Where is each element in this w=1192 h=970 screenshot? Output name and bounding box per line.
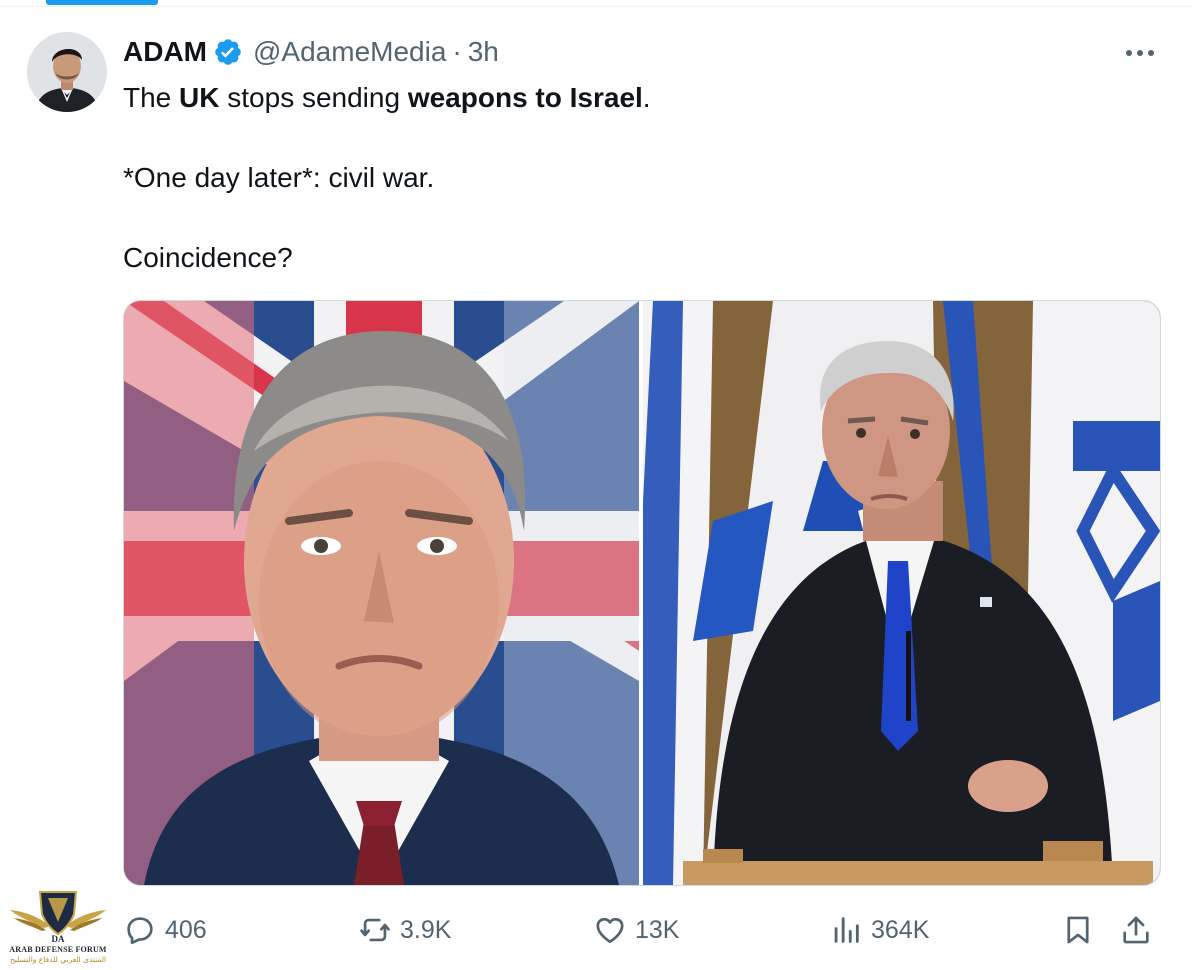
watermark: DA ARAB DEFENSE FORUM المنتدى العربي للد… (8, 888, 108, 968)
avatar[interactable] (27, 32, 107, 112)
like-button[interactable]: 13K (593, 905, 679, 955)
heart-icon (596, 917, 624, 944)
text-fragment: . (642, 82, 651, 113)
avatar-portrait-icon (27, 32, 107, 112)
post-text: The UK stops sending weapons to Israel. … (123, 78, 1123, 278)
like-count: 13K (635, 915, 680, 944)
photo-man-union-jack-flag-icon (124, 301, 639, 885)
watermark-english-text: ARAB DEFENSE FORUM (9, 945, 107, 954)
text-bold-fragment: weapons to Israel (407, 82, 643, 113)
share-icon (1123, 916, 1149, 944)
bookmark-button[interactable] (1061, 905, 1095, 955)
reply-icon (127, 917, 153, 945)
post-text-line-2: *One day later*: civil war. (123, 162, 435, 193)
photo-man-podium-israeli-flags-icon (643, 301, 1160, 885)
post-timestamp[interactable]: 3h (468, 36, 499, 68)
text-fragment: stops sending (219, 82, 408, 113)
divider (0, 6, 1192, 7)
media-grid (123, 300, 1161, 886)
repost-icon (360, 918, 390, 942)
text-bold-fragment: UK (179, 82, 220, 113)
verified-badge-icon[interactable] (213, 37, 243, 67)
share-button[interactable] (1119, 905, 1153, 955)
photo-right[interactable] (643, 301, 1160, 885)
active-tab-indicator (46, 0, 158, 5)
views-button[interactable]: 364K (829, 905, 929, 955)
post-text-line-1: The UK stops sending weapons to Israel. (123, 78, 1123, 118)
watermark-monogram: DA (52, 934, 65, 944)
text-fragment: The (123, 82, 180, 113)
repost-count: 3.9K (400, 915, 452, 944)
post-actions: 406 3.9K 13K 364K (123, 905, 1159, 955)
author-display-name[interactable]: ADAM (123, 36, 207, 68)
post-header: ADAM @AdameMedia · 3h (123, 32, 499, 72)
watermark-arabic-text: المنتدى العربي للدفاع والتسليح (9, 955, 107, 964)
author-handle[interactable]: @AdameMedia (253, 36, 446, 68)
repost-button[interactable]: 3.9K (358, 905, 451, 955)
post-text-line-3: Coincidence? (123, 242, 293, 273)
photo-left[interactable] (124, 301, 639, 885)
views-count: 364K (871, 915, 930, 944)
separator-dot: · (452, 36, 462, 67)
eagle-shield-logo-icon: DA (10, 891, 106, 944)
bookmark-icon (1067, 916, 1089, 944)
views-chart-icon (834, 917, 859, 943)
more-options-icon[interactable] (1123, 38, 1157, 68)
reply-count: 406 (165, 915, 207, 944)
reply-button[interactable]: 406 (123, 905, 207, 955)
